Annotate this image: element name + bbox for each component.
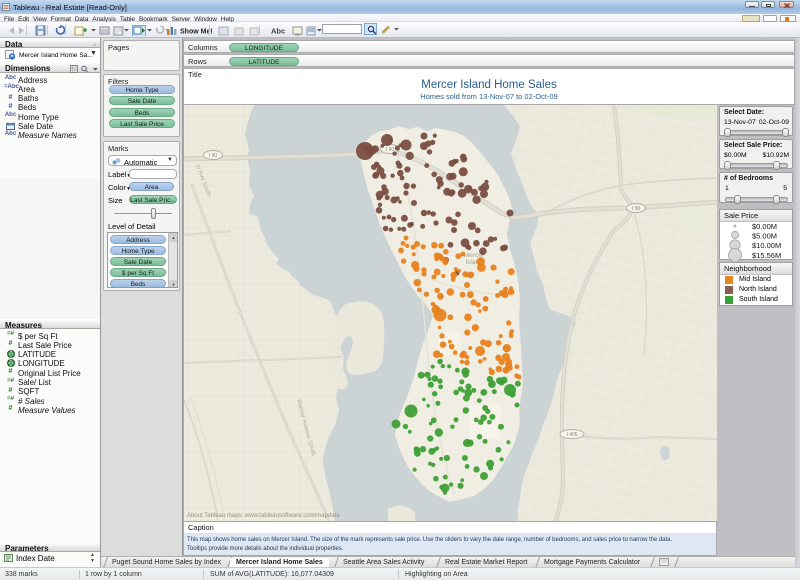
svg-text:I 405: I 405 — [566, 432, 577, 438]
svg-text:Abc: Abc — [271, 27, 285, 36]
svg-text:$15.56M: $15.56M — [752, 251, 781, 260]
svg-text:$5.00M: $5.00M — [752, 232, 777, 241]
svg-text:I 90: I 90 — [632, 206, 641, 212]
svg-text:$0.00M: $0.00M — [752, 222, 777, 231]
svg-text:$10.00M: $10.00M — [752, 241, 781, 250]
svg-text:About Tableau maps: www.tablea: About Tableau maps: www.tableausoftware.… — [187, 513, 340, 519]
svg-text:I 90: I 90 — [209, 153, 218, 159]
svg-text:Show Me!: Show Me! — [180, 29, 213, 36]
svg-text:I 90: I 90 — [386, 147, 395, 153]
